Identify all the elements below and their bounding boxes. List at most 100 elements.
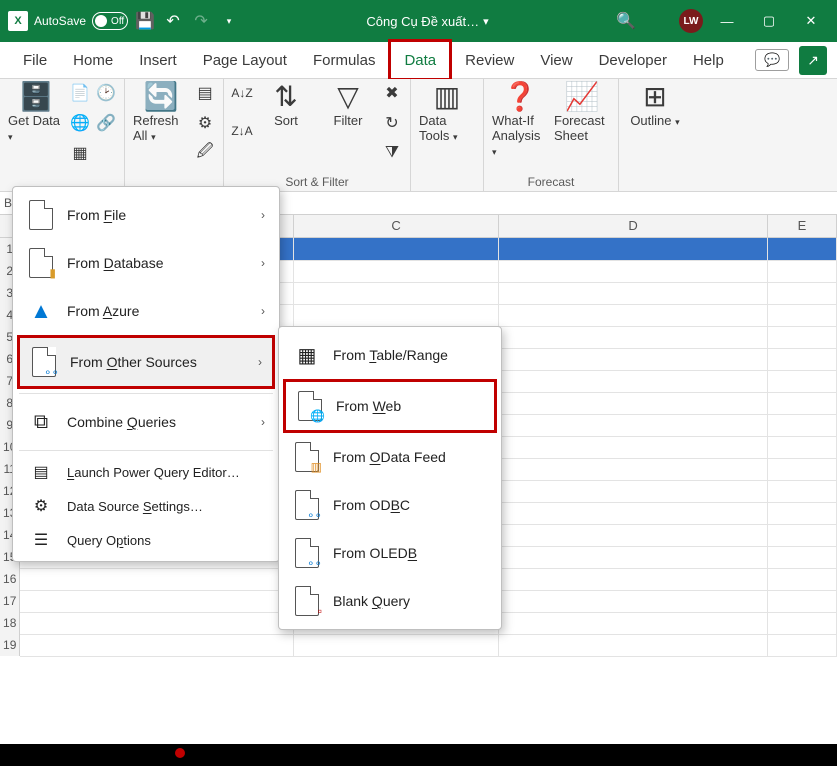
queries-connections-icon[interactable]: ▤: [195, 83, 215, 103]
sort-button[interactable]: ⇅ Sort: [258, 83, 314, 128]
cell[interactable]: [499, 304, 768, 327]
cell[interactable]: [768, 524, 837, 547]
existing-connections-icon[interactable]: 🔗: [96, 113, 116, 133]
tab-home[interactable]: Home: [60, 42, 126, 78]
autosave-toggle[interactable]: AutoSave Off: [34, 12, 128, 30]
document-title[interactable]: Công Cụ Đề xuất… ▾: [366, 14, 488, 29]
cell[interactable]: [768, 480, 837, 503]
cell[interactable]: [294, 282, 499, 305]
clear-filter-icon[interactable]: ✖: [382, 83, 402, 103]
cell[interactable]: [294, 304, 499, 327]
cell[interactable]: [499, 370, 768, 393]
submenu-from-table-range[interactable]: ▦ From Table/Range: [283, 331, 497, 379]
save-icon[interactable]: 💾: [134, 10, 156, 32]
recent-sources-icon[interactable]: 🕑: [96, 83, 116, 103]
cell[interactable]: [499, 238, 768, 261]
tab-help[interactable]: Help: [680, 42, 737, 78]
cell[interactable]: [768, 568, 837, 591]
menu-combine-queries[interactable]: ⧉ Combine Queries ›: [17, 398, 275, 446]
cell[interactable]: [499, 348, 768, 371]
cell[interactable]: [20, 612, 293, 635]
cell[interactable]: [499, 392, 768, 415]
cell[interactable]: [768, 282, 837, 305]
filter-button[interactable]: ▽ Filter: [320, 83, 376, 128]
window-maximize-button[interactable]: ▢: [751, 5, 787, 37]
reapply-icon[interactable]: ↻: [382, 113, 402, 133]
name-box[interactable]: B: [4, 196, 12, 210]
tab-insert[interactable]: Insert: [126, 42, 190, 78]
edit-links-icon[interactable]: 🖉: [195, 143, 215, 163]
submenu-from-web[interactable]: 🌐 From Web: [283, 379, 497, 433]
cell[interactable]: [499, 634, 768, 657]
advanced-filter-icon[interactable]: ⧩: [382, 143, 402, 163]
search-icon[interactable]: 🔍: [615, 10, 637, 32]
menu-from-database[interactable]: ▮ From Database ›: [17, 239, 275, 287]
cell[interactable]: [768, 326, 837, 349]
cell[interactable]: [768, 414, 837, 437]
row-header[interactable]: 17: [0, 590, 20, 612]
cell[interactable]: [768, 370, 837, 393]
cell[interactable]: [499, 326, 768, 349]
cell[interactable]: [768, 392, 837, 415]
menu-data-source-settings[interactable]: ⚙ Data Source Settings…: [17, 489, 275, 523]
cell[interactable]: [499, 524, 768, 547]
tab-review[interactable]: Review: [452, 42, 527, 78]
cell[interactable]: [499, 480, 768, 503]
what-if-button[interactable]: ❓ What-If Analysis ▾: [492, 83, 548, 158]
comments-button[interactable]: 💬: [755, 49, 789, 71]
row-header[interactable]: 16: [0, 568, 20, 590]
tab-view[interactable]: View: [527, 42, 585, 78]
tab-data[interactable]: Data: [388, 39, 452, 81]
forecast-sheet-button[interactable]: 📈 Forecast Sheet: [554, 83, 610, 143]
from-web-mini-icon[interactable]: 🌐: [70, 113, 90, 133]
user-avatar[interactable]: LW: [679, 9, 703, 33]
cell[interactable]: [768, 238, 837, 261]
window-close-button[interactable]: ✕: [793, 5, 829, 37]
submenu-from-oledb[interactable]: ∘∘ From OLEDB: [283, 529, 497, 577]
cell[interactable]: [499, 590, 768, 613]
col-header-D[interactable]: D: [499, 215, 768, 237]
cell[interactable]: [768, 436, 837, 459]
cell[interactable]: [499, 260, 768, 283]
redo-icon[interactable]: ↷: [190, 10, 212, 32]
cell[interactable]: [499, 458, 768, 481]
cell[interactable]: [20, 568, 293, 591]
sort-desc-icon[interactable]: Z↓A: [232, 121, 252, 141]
row-header[interactable]: 19: [0, 634, 20, 656]
cell[interactable]: [499, 436, 768, 459]
undo-icon[interactable]: ↶: [162, 10, 184, 32]
cell[interactable]: [499, 568, 768, 591]
col-header-E[interactable]: E: [768, 215, 837, 237]
cell[interactable]: [768, 612, 837, 635]
cell[interactable]: [768, 634, 837, 657]
cell[interactable]: [499, 414, 768, 437]
cell[interactable]: [20, 590, 293, 613]
menu-launch-pqe[interactable]: ▤ Launch Power Query Editor…: [17, 455, 275, 489]
cell[interactable]: [294, 238, 499, 261]
cell[interactable]: [499, 502, 768, 525]
submenu-from-odata[interactable]: ▥ From OData Feed: [283, 433, 497, 481]
from-table-mini-icon[interactable]: ▦: [70, 143, 90, 163]
data-tools-button[interactable]: ▥ Data Tools ▾: [419, 83, 475, 143]
tab-formulas[interactable]: Formulas: [300, 42, 389, 78]
tab-developer[interactable]: Developer: [586, 42, 680, 78]
cell[interactable]: [768, 304, 837, 327]
menu-from-other-sources[interactable]: ∘∘ From Other Sources ›: [17, 335, 275, 389]
row[interactable]: 19: [0, 634, 837, 656]
menu-query-options[interactable]: ☰ Query Options: [17, 523, 275, 557]
cell[interactable]: [499, 612, 768, 635]
outline-button[interactable]: ⊞ Outline ▾: [627, 83, 683, 128]
cell[interactable]: [294, 634, 499, 657]
cell[interactable]: [499, 282, 768, 305]
sort-asc-icon[interactable]: A↓Z: [232, 83, 252, 103]
submenu-blank-query[interactable]: ▫ Blank Query: [283, 577, 497, 625]
share-button[interactable]: ↗: [799, 46, 827, 75]
cell[interactable]: [768, 590, 837, 613]
submenu-from-odbc[interactable]: ∘∘ From ODBC: [283, 481, 497, 529]
cell[interactable]: [768, 546, 837, 569]
properties-icon[interactable]: ⚙: [195, 113, 215, 133]
col-header-C[interactable]: C: [294, 215, 499, 237]
from-text-icon[interactable]: 📄: [70, 83, 90, 103]
cell[interactable]: [499, 546, 768, 569]
tab-file[interactable]: File: [10, 42, 60, 78]
